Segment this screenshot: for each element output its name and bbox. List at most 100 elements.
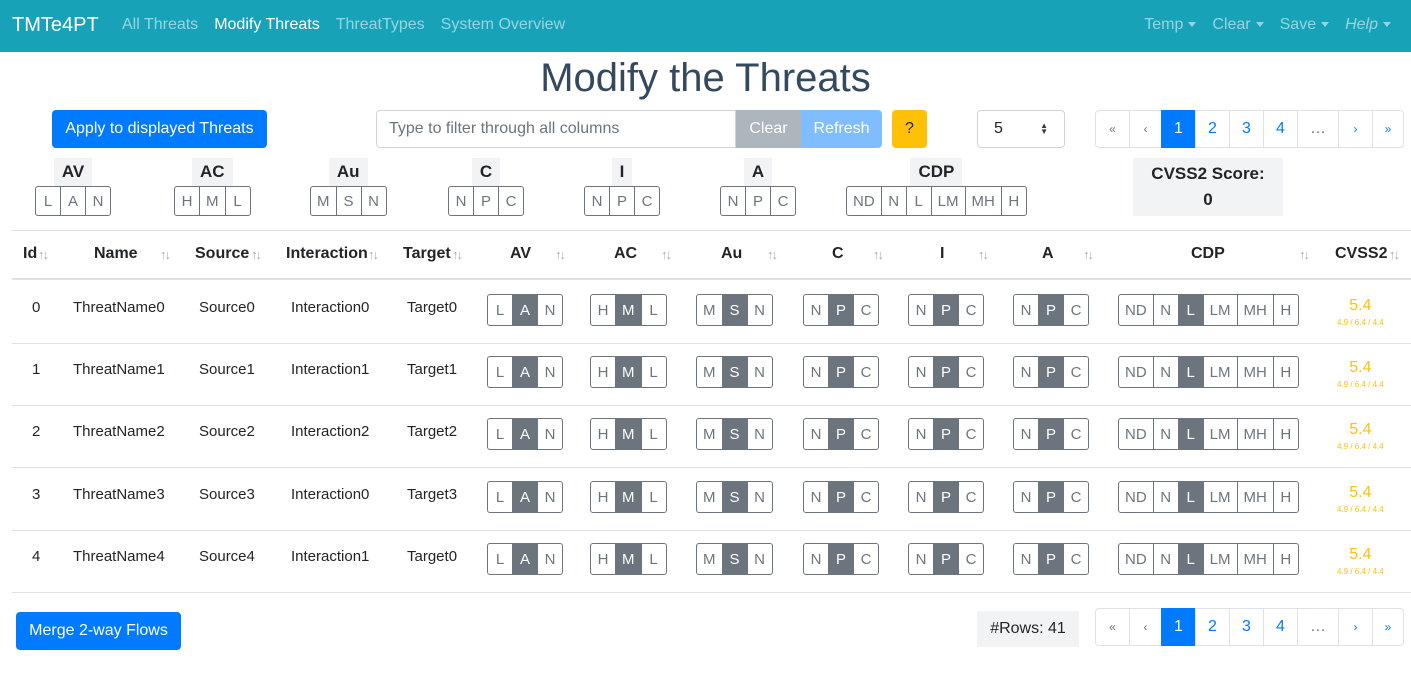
option-button[interactable]: ND [1118,481,1154,513]
page-3[interactable]: 3 [1229,608,1264,646]
col-id[interactable]: Id [23,245,37,263]
option-button[interactable]: N [803,481,829,513]
option-button[interactable]: P [745,186,771,216]
option-button[interactable]: L [640,481,667,513]
option-button[interactable]: MH [1236,543,1274,575]
option-button[interactable]: N [908,543,934,575]
option-button[interactable]: LM [1202,418,1238,450]
page-first[interactable]: « [1095,110,1130,148]
option-button[interactable]: C [770,186,796,216]
option-button[interactable]: P [828,543,854,575]
option-button[interactable]: N [1152,418,1179,450]
sort-icon[interactable]: ↑↓ [160,247,171,262]
option-button[interactable]: C [1063,418,1089,450]
page-4[interactable]: 4 [1263,608,1298,646]
option-button[interactable]: L [487,418,513,450]
sort-icon[interactable]: ↑↓ [1299,247,1310,262]
page-prev[interactable]: ‹ [1129,608,1162,646]
col-cvss2[interactable]: CVSS2 [1335,245,1387,263]
option-button[interactable]: C [853,543,879,575]
page-size-select[interactable]: 5 ▲ ▼ [977,110,1065,148]
nav-system-overview[interactable]: System Overview [441,16,565,34]
option-button[interactable]: P [933,481,959,513]
help-button[interactable]: ? [892,110,927,148]
option-button[interactable]: L [1177,481,1204,513]
option-button[interactable]: S [721,356,748,388]
col-source[interactable]: Source [195,245,249,263]
option-button[interactable]: L [224,186,251,216]
option-button[interactable]: C [958,294,984,326]
option-button[interactable]: C [853,356,879,388]
option-button[interactable]: L [487,543,513,575]
option-button[interactable]: ND [1118,543,1154,575]
option-button[interactable]: M [696,356,723,388]
option-button[interactable]: A [60,186,86,216]
option-button[interactable]: C [958,418,984,450]
col-name[interactable]: Name [94,245,138,263]
option-button[interactable]: C [958,481,984,513]
option-button[interactable]: N [1013,543,1039,575]
option-button[interactable]: ND [1118,418,1154,450]
option-button[interactable]: H [590,418,616,450]
option-button[interactable]: N [908,481,934,513]
option-button[interactable]: N [537,294,563,326]
sort-icon[interactable]: ↑↓ [1083,247,1094,262]
option-button[interactable]: L [640,418,667,450]
option-button[interactable]: N [1152,543,1179,575]
option-button[interactable]: LM [930,186,966,216]
option-button[interactable]: LM [1202,356,1238,388]
option-button[interactable]: S [721,481,748,513]
option-button[interactable]: L [640,543,667,575]
option-button[interactable]: M [310,186,337,216]
option-button[interactable]: N [584,186,610,216]
nav-modify-threats[interactable]: Modify Threats [214,16,320,34]
option-button[interactable]: N [908,418,934,450]
option-button[interactable]: A [512,356,538,388]
option-button[interactable]: N [803,356,829,388]
apply-button[interactable]: Apply to displayed Threats [52,110,267,148]
col-c[interactable]: C [832,245,844,263]
option-button[interactable]: N [803,418,829,450]
option-button[interactable]: A [512,418,538,450]
option-button[interactable]: P [828,481,854,513]
option-button[interactable]: N [1013,356,1039,388]
option-button[interactable]: N [803,294,829,326]
option-button[interactable]: MH [1236,294,1274,326]
option-button[interactable]: A [512,481,538,513]
option-button[interactable]: M [615,294,642,326]
filter-input[interactable]: Type to filter through all columns [376,110,736,148]
option-button[interactable]: M [696,294,723,326]
option-button[interactable]: N [448,186,474,216]
option-button[interactable]: C [958,356,984,388]
option-button[interactable]: H [590,543,616,575]
col-au[interactable]: Au [721,245,742,263]
option-button[interactable]: C [498,186,524,216]
option-button[interactable]: H [1272,356,1299,388]
option-button[interactable]: N [1152,356,1179,388]
option-button[interactable]: MH [1236,481,1274,513]
option-button[interactable]: M [696,418,723,450]
option-button[interactable]: N [537,418,563,450]
sort-icon[interactable]: ↑↓ [555,247,566,262]
clear-dropdown[interactable]: Clear [1212,16,1264,34]
option-button[interactable]: L [35,186,61,216]
option-button[interactable]: MH [1236,356,1274,388]
sort-icon[interactable]: ↑↓ [767,247,778,262]
option-button[interactable]: P [1038,481,1064,513]
option-button[interactable]: M [199,186,226,216]
sort-icon[interactable]: ↑↓ [251,247,262,262]
col-a[interactable]: A [1042,245,1054,263]
option-button[interactable]: LM [1202,543,1238,575]
brand-logo[interactable]: TMTe4PT [12,14,99,37]
option-button[interactable]: N [1152,481,1179,513]
option-button[interactable]: N [908,356,934,388]
option-button[interactable]: C [1063,543,1089,575]
option-button[interactable]: ND [1118,356,1154,388]
option-button[interactable]: P [933,543,959,575]
option-button[interactable]: N [746,418,773,450]
option-button[interactable]: L [487,356,513,388]
option-button[interactable]: C [1063,294,1089,326]
option-button[interactable]: L [1177,418,1204,450]
option-button[interactable]: L [905,186,932,216]
page-last[interactable]: » [1372,110,1404,148]
